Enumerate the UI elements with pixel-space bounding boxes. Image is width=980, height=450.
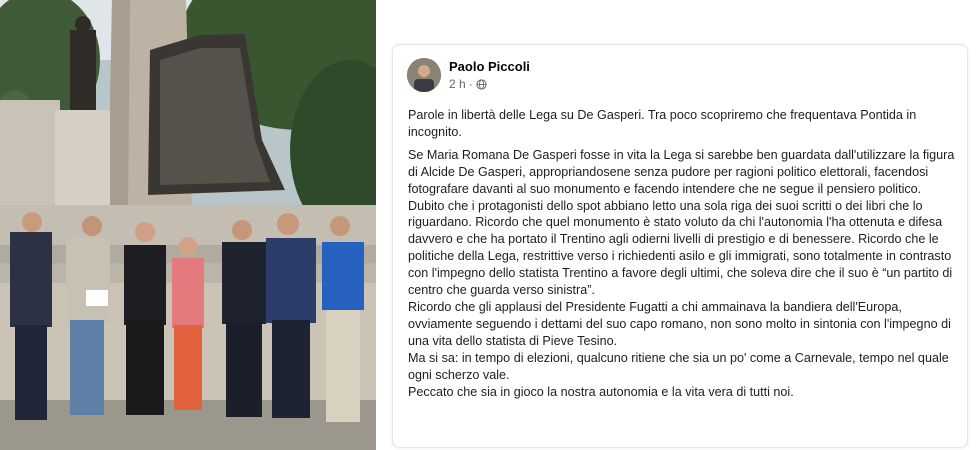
timestamp[interactable]: 2 h bbox=[449, 77, 466, 91]
facebook-post-card: Paolo Piccoli 2 h · Parole in libertà de… bbox=[392, 44, 968, 448]
post-paragraph: Se Maria Romana De Gasperi fosse in vita… bbox=[408, 147, 955, 298]
post-text: Parole in libertà delle Lega su De Gaspe… bbox=[408, 107, 958, 400]
post-paragraph: Peccato che sia in gioco la nostra auton… bbox=[408, 384, 794, 399]
avatar[interactable] bbox=[407, 58, 441, 92]
monument-group-photo bbox=[0, 0, 376, 450]
globe-icon[interactable] bbox=[476, 78, 487, 90]
author-name[interactable]: Paolo Piccoli bbox=[449, 59, 530, 74]
separator-dot: · bbox=[468, 77, 473, 91]
post-meta: 2 h · bbox=[449, 77, 487, 91]
post-paragraph: Ma si sa: in tempo di elezioni, qualcuno… bbox=[408, 350, 949, 382]
post-paragraph: Parole in libertà delle Lega su De Gaspe… bbox=[408, 108, 917, 139]
post-paragraph: Ricordo che gli applausi del Presidente … bbox=[408, 299, 951, 348]
